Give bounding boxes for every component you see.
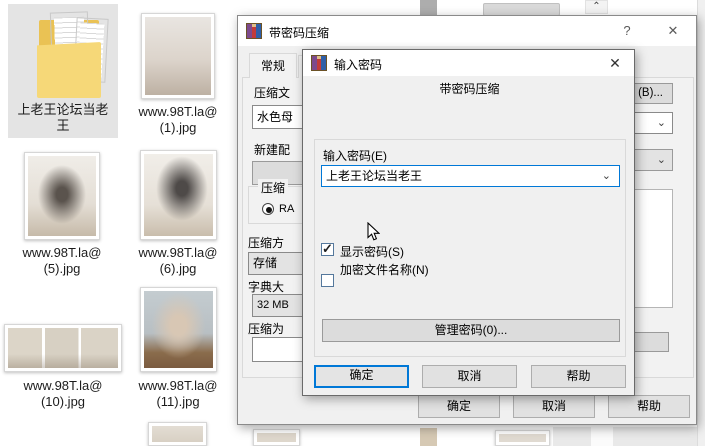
file-name-bottom: (11).jpg [156,394,200,409]
file-name-bottom: (10).jpg [40,394,86,409]
volume-label: 压缩为 [248,322,285,336]
cancel-button[interactable]: 取消 [513,395,595,418]
chevron-down-icon: ⌄ [656,117,666,129]
check-icon: ✓ [322,241,333,256]
file-name-bottom: (5).jpg [43,261,81,276]
file-item[interactable]: www.98T.la@ (6).jpg [138,150,218,277]
winrar-icon [311,55,327,71]
tab-general[interactable]: 常规 [249,53,297,78]
photo-thumbnail [24,152,100,240]
password-label: 输入密码(E) [323,149,387,163]
file-name-bottom: (6).jpg [159,261,197,276]
file-item[interactable]: www.98T.la@ (10).jpg [4,324,122,420]
file-name-top: www.98T.la@ [138,378,218,393]
folder-item[interactable]: 上老王论坛当老 王 [8,4,118,138]
cancel-button[interactable]: 取消 [422,365,517,388]
profile-label: 新建配 [254,143,291,157]
password-dialog-titlebar[interactable]: 输入密码 ✕ [303,50,634,76]
encrypt-names-label: 加密文件名称(N) [340,263,429,277]
show-password-checkbox[interactable]: ✓ [321,241,334,256]
chevron-down-icon: ⌄ [656,154,666,166]
dictionary-label: 字典大 [248,280,285,294]
format-rar-radio[interactable] [262,203,274,215]
winrar-icon [246,23,262,39]
manage-passwords-button[interactable]: 管理密码(0)... [322,319,620,342]
photo-thumbnail-partial[interactable] [420,428,437,446]
file-item[interactable]: www.98T.la@ (1).jpg [138,13,218,137]
help-button[interactable]: 帮助 [608,395,690,418]
chevron-up-icon: ⌃ [592,1,601,12]
file-name-top: www.98T.la@ [138,104,218,119]
encrypt-names-checkbox[interactable] [321,274,334,287]
file-name-bottom: (1).jpg [159,120,197,135]
archive-name-label: 压缩文 [254,86,291,100]
background-area [553,427,697,446]
help-button[interactable]: 帮助 [531,365,626,388]
photo-thumbnail [4,324,122,372]
photo-thumbnail-partial[interactable] [253,429,300,446]
compress-dialog-title: 带密码压缩 [269,26,330,40]
photo-thumbnail-partial[interactable] [148,422,207,446]
password-dialog-title: 输入密码 [334,58,383,72]
folder-icon [37,11,109,100]
file-name-top: www.98T.la@ [22,245,102,260]
close-icon[interactable]: ✕ [606,55,624,72]
format-group-label: 压缩 [258,179,289,196]
background-window-fragment [420,0,437,15]
photo-thumbnail [140,150,217,240]
screen: ⌃ 上老王论坛当老 王 www.98T.la@ (1).jpg www.98T. [0,0,705,446]
ok-button[interactable]: 确定 [314,365,409,388]
explorer-scrollbar[interactable] [697,0,705,446]
background-area [591,427,613,446]
format-rar-label: RA [279,203,295,215]
file-name-top: www.98T.la@ [138,245,218,260]
file-item[interactable]: www.98T.la@ (11).jpg [138,287,218,420]
show-password-label: 显示密码(S) [340,245,404,259]
scroll-up-button[interactable]: ⌃ [585,0,608,14]
chevron-down-icon: ⌄ [601,170,611,182]
file-name-top: www.98T.la@ [23,378,103,393]
photo-thumbnail [140,287,217,372]
close-icon[interactable]: ✕ [662,23,684,39]
password-input[interactable]: 上老王论坛当老王 ⌄ [321,165,620,187]
password-dialog: 输入密码 ✕ 带密码压缩 输入密码(E) 上老王论坛当老王 ⌄ ✓ 显示密码(S… [302,49,635,396]
method-label: 压缩方 [248,236,285,250]
help-titlebar-button[interactable]: ? [616,23,638,38]
photo-thumbnail-partial[interactable] [495,430,550,446]
folder-name-line2: 王 [56,118,70,133]
compress-dialog-titlebar[interactable]: 带密码压缩 ? ✕ [238,16,696,46]
password-dialog-heading: 带密码压缩 [439,82,500,96]
folder-name-line1: 上老王论坛当老 [17,102,109,117]
ok-button[interactable]: 确定 [418,395,500,418]
file-item[interactable]: www.98T.la@ (5).jpg [22,152,102,277]
photo-thumbnail [141,13,215,99]
mouse-cursor [367,221,381,245]
